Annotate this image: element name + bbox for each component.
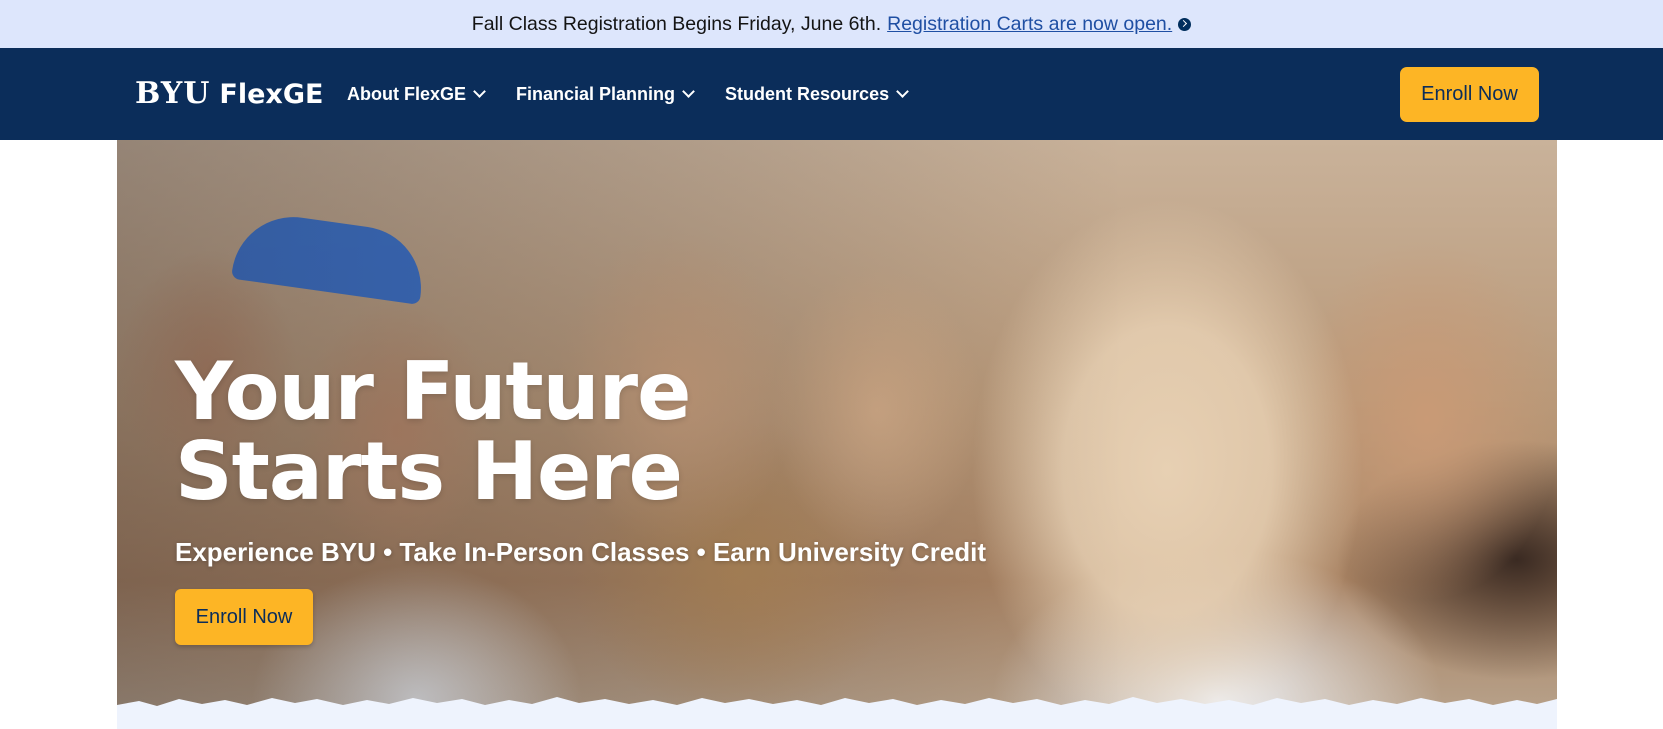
nav-item-about-flexge[interactable]: About FlexGE <box>347 84 486 105</box>
hero-title-line-2: Starts Here <box>175 425 683 518</box>
hero-enroll-now-button[interactable]: Enroll Now <box>175 589 313 645</box>
registration-link-label[interactable]: Registration Carts are now open. <box>887 13 1172 36</box>
announcement-bar: Fall Class Registration Begins Friday, J… <box>0 0 1663 48</box>
arrow-circle-right-icon[interactable] <box>1178 17 1192 31</box>
hero-banner: Your Future Starts Here Experience BYU •… <box>117 140 1557 729</box>
nav-item-student-resources[interactable]: Student Resources <box>725 84 909 105</box>
nav-item-label[interactable]: Financial Planning <box>516 84 675 105</box>
chevron-down-icon[interactable] <box>473 85 486 98</box>
nav-item-financial-planning[interactable]: Financial Planning <box>516 84 695 105</box>
chevron-down-icon[interactable] <box>682 85 695 98</box>
nav-item-label[interactable]: About FlexGE <box>347 84 466 105</box>
nav-menu: About FlexGE Financial Planning Student … <box>347 48 939 140</box>
main-nav: BYU FlexGE About FlexGE Financial Planni… <box>0 48 1663 140</box>
nav-item-label[interactable]: Student Resources <box>725 84 889 105</box>
announcement-text: Fall Class Registration Begins Friday, J… <box>471 12 882 35</box>
byu-flexge-logo[interactable]: BYU FlexGE <box>135 76 323 111</box>
chevron-down-icon[interactable] <box>896 85 909 98</box>
enroll-now-button[interactable]: Enroll Now <box>1400 67 1539 122</box>
registration-link[interactable]: Registration Carts are now open. <box>887 13 1192 36</box>
torn-paper-edge <box>117 697 1557 729</box>
logo-mark[interactable]: BYU <box>135 76 210 111</box>
hero-subtitle: Experience BYU • Take In-Person Classes … <box>175 537 987 567</box>
logo-text[interactable]: FlexGE <box>219 79 323 110</box>
hero-title: Your Future Starts Here <box>175 352 691 512</box>
